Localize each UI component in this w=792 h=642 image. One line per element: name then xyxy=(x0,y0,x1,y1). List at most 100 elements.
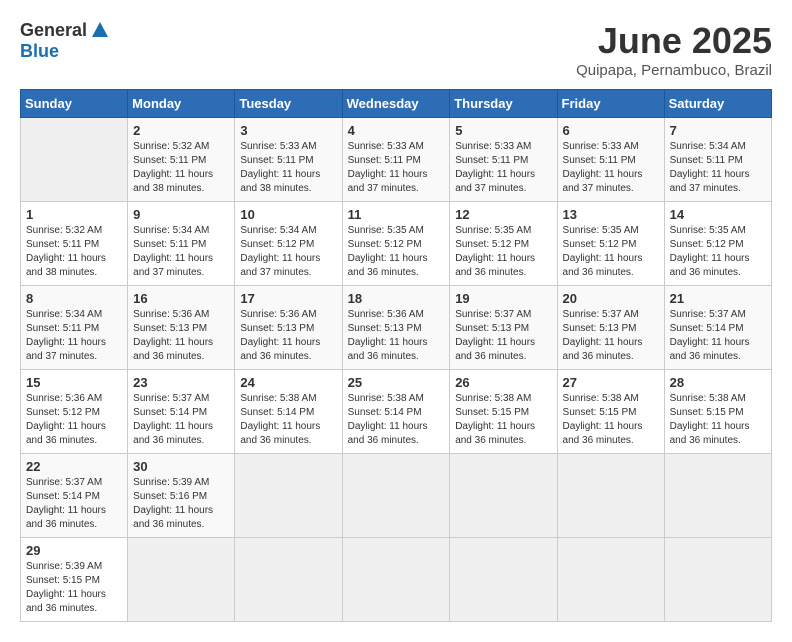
calendar-cell: 1Sunrise: 5:32 AMSunset: 5:11 PMDaylight… xyxy=(21,202,128,286)
day-info: Sunrise: 5:35 AMSunset: 5:12 PMDaylight:… xyxy=(348,224,445,280)
day-number: 15 xyxy=(26,375,122,390)
day-number: 5 xyxy=(455,123,551,138)
day-info: Sunrise: 5:35 AMSunset: 5:12 PMDaylight:… xyxy=(455,224,551,280)
calendar-cell: 2Sunrise: 5:32 AMSunset: 5:11 PMDaylight… xyxy=(128,118,235,202)
day-info: Sunrise: 5:34 AMSunset: 5:12 PMDaylight:… xyxy=(240,224,336,280)
day-number: 22 xyxy=(26,459,122,474)
calendar-cell: 21 Sunrise: 5:37 AMSunset: 5:14 PMDayligh… xyxy=(664,286,771,370)
calendar-cell: 13 Sunrise: 5:35 AMSunset: 5:12 PMDayligh… xyxy=(557,202,664,286)
calendar-cell xyxy=(128,538,235,622)
day-info: Sunrise: 5:33 AMSunset: 5:11 PMDaylight:… xyxy=(563,140,659,196)
col-saturday: Saturday xyxy=(664,90,771,118)
day-number: 21 xyxy=(670,291,766,306)
calendar-cell: 30 Sunrise: 5:39 AMSunset: 5:16 PMDayligh… xyxy=(128,454,235,538)
day-info: Sunrise: 5:38 AMSunset: 5:14 PMDaylight:… xyxy=(240,392,336,448)
day-number: 10 xyxy=(240,207,336,222)
day-info: Sunrise: 5:35 AMSunset: 5:12 PMDaylight:… xyxy=(670,224,766,280)
day-number: 2 xyxy=(133,123,229,138)
calendar-row-4: 22 Sunrise: 5:37 AMSunset: 5:14 PMDayligh… xyxy=(21,454,772,538)
calendar-cell: 23 Sunrise: 5:37 AMSunset: 5:14 PMDayligh… xyxy=(128,370,235,454)
day-number: 26 xyxy=(455,375,551,390)
day-number: 27 xyxy=(563,375,659,390)
calendar-cell: 18 Sunrise: 5:36 AMSunset: 5:13 PMDayligh… xyxy=(342,286,450,370)
calendar-cell: 9Sunrise: 5:34 AMSunset: 5:11 PMDaylight… xyxy=(128,202,235,286)
day-number: 12 xyxy=(455,207,551,222)
calendar-cell: 4 Sunrise: 5:33 AMSunset: 5:11 PMDaylight… xyxy=(342,118,450,202)
calendar-row-5: 29 Sunrise: 5:39 AMSunset: 5:15 PMDayligh… xyxy=(21,538,772,622)
calendar-cell: 25 Sunrise: 5:38 AMSunset: 5:14 PMDayligh… xyxy=(342,370,450,454)
calendar-cell: 6Sunrise: 5:33 AMSunset: 5:11 PMDaylight… xyxy=(557,118,664,202)
day-number: 14 xyxy=(670,207,766,222)
day-number: 25 xyxy=(348,375,445,390)
day-info: Sunrise: 5:37 AMSunset: 5:14 PMDaylight:… xyxy=(133,392,229,448)
calendar-cell: 8Sunrise: 5:34 AMSunset: 5:11 PMDaylight… xyxy=(21,286,128,370)
location: Quipapa, Pernambuco, Brazil xyxy=(576,62,772,79)
day-info: Sunrise: 5:38 AMSunset: 5:15 PMDaylight:… xyxy=(670,392,766,448)
logo-text-block: General Blue xyxy=(20,20,111,62)
col-tuesday: Tuesday xyxy=(235,90,342,118)
day-number: 4 xyxy=(348,123,445,138)
calendar-cell xyxy=(21,118,128,202)
day-info: Sunrise: 5:38 AMSunset: 5:14 PMDaylight:… xyxy=(348,392,445,448)
calendar-row-3: 15 Sunrise: 5:36 AMSunset: 5:12 PMDayligh… xyxy=(21,370,772,454)
day-number: 8 xyxy=(26,291,122,306)
calendar-cell: 26Sunrise: 5:38 AMSunset: 5:15 PMDayligh… xyxy=(450,370,557,454)
day-info: Sunrise: 5:34 AMSunset: 5:11 PMDaylight:… xyxy=(670,140,766,196)
day-number: 24 xyxy=(240,375,336,390)
logo-blue: Blue xyxy=(20,41,59,61)
calendar-cell: 19 Sunrise: 5:37 AMSunset: 5:13 PMDayligh… xyxy=(450,286,557,370)
calendar-cell: 3 Sunrise: 5:33 AMSunset: 5:11 PMDaylight… xyxy=(235,118,342,202)
day-number: 13 xyxy=(563,207,659,222)
day-info: Sunrise: 5:37 AMSunset: 5:14 PMDaylight:… xyxy=(26,476,122,532)
calendar-cell xyxy=(450,538,557,622)
day-info: Sunrise: 5:39 AMSunset: 5:15 PMDaylight:… xyxy=(26,560,122,616)
day-number: 18 xyxy=(348,291,445,306)
day-number: 30 xyxy=(133,459,229,474)
logo-icon xyxy=(89,19,111,41)
day-number: 17 xyxy=(240,291,336,306)
day-number: 20 xyxy=(563,291,659,306)
day-info: Sunrise: 5:37 AMSunset: 5:14 PMDaylight:… xyxy=(670,308,766,364)
calendar-cell: 22 Sunrise: 5:37 AMSunset: 5:14 PMDayligh… xyxy=(21,454,128,538)
calendar-cell: 5 Sunrise: 5:33 AMSunset: 5:11 PMDaylight… xyxy=(450,118,557,202)
day-number: 28 xyxy=(670,375,766,390)
calendar-cell xyxy=(557,454,664,538)
day-number: 16 xyxy=(133,291,229,306)
day-info: Sunrise: 5:39 AMSunset: 5:16 PMDaylight:… xyxy=(133,476,229,532)
logo: General Blue xyxy=(20,20,111,62)
calendar-cell: 14 Sunrise: 5:35 AMSunset: 5:12 PMDayligh… xyxy=(664,202,771,286)
calendar-row-2: 8Sunrise: 5:34 AMSunset: 5:11 PMDaylight… xyxy=(21,286,772,370)
day-info: Sunrise: 5:37 AMSunset: 5:13 PMDaylight:… xyxy=(563,308,659,364)
title-block: June 2025 Quipapa, Pernambuco, Brazil xyxy=(576,20,772,79)
day-number: 3 xyxy=(240,123,336,138)
calendar-cell: 17Sunrise: 5:36 AMSunset: 5:13 PMDayligh… xyxy=(235,286,342,370)
day-info: Sunrise: 5:33 AMSunset: 5:11 PMDaylight:… xyxy=(348,140,445,196)
calendar-cell xyxy=(235,538,342,622)
day-number: 9 xyxy=(133,207,229,222)
calendar-table: Sunday Monday Tuesday Wednesday Thursday… xyxy=(20,89,772,622)
calendar-cell xyxy=(557,538,664,622)
day-number: 23 xyxy=(133,375,229,390)
month-title: June 2025 xyxy=(576,20,772,62)
col-wednesday: Wednesday xyxy=(342,90,450,118)
calendar-cell: 15 Sunrise: 5:36 AMSunset: 5:12 PMDayligh… xyxy=(21,370,128,454)
col-sunday: Sunday xyxy=(21,90,128,118)
col-thursday: Thursday xyxy=(450,90,557,118)
col-friday: Friday xyxy=(557,90,664,118)
day-number: 29 xyxy=(26,543,122,558)
calendar-row-0: 2Sunrise: 5:32 AMSunset: 5:11 PMDaylight… xyxy=(21,118,772,202)
calendar-cell: 28 Sunrise: 5:38 AMSunset: 5:15 PMDayligh… xyxy=(664,370,771,454)
day-info: Sunrise: 5:33 AMSunset: 5:11 PMDaylight:… xyxy=(455,140,551,196)
calendar-row-1: 1Sunrise: 5:32 AMSunset: 5:11 PMDaylight… xyxy=(21,202,772,286)
day-info: Sunrise: 5:36 AMSunset: 5:13 PMDaylight:… xyxy=(348,308,445,364)
day-info: Sunrise: 5:36 AMSunset: 5:12 PMDaylight:… xyxy=(26,392,122,448)
day-info: Sunrise: 5:37 AMSunset: 5:13 PMDaylight:… xyxy=(455,308,551,364)
calendar-cell xyxy=(450,454,557,538)
day-number: 19 xyxy=(455,291,551,306)
day-info: Sunrise: 5:33 AMSunset: 5:11 PMDaylight:… xyxy=(240,140,336,196)
header: General Blue June 2025 Quipapa, Pernambu… xyxy=(20,20,772,79)
day-info: Sunrise: 5:35 AMSunset: 5:12 PMDaylight:… xyxy=(563,224,659,280)
day-info: Sunrise: 5:32 AMSunset: 5:11 PMDaylight:… xyxy=(26,224,122,280)
calendar-cell xyxy=(342,454,450,538)
calendar-cell: 20 Sunrise: 5:37 AMSunset: 5:13 PMDayligh… xyxy=(557,286,664,370)
